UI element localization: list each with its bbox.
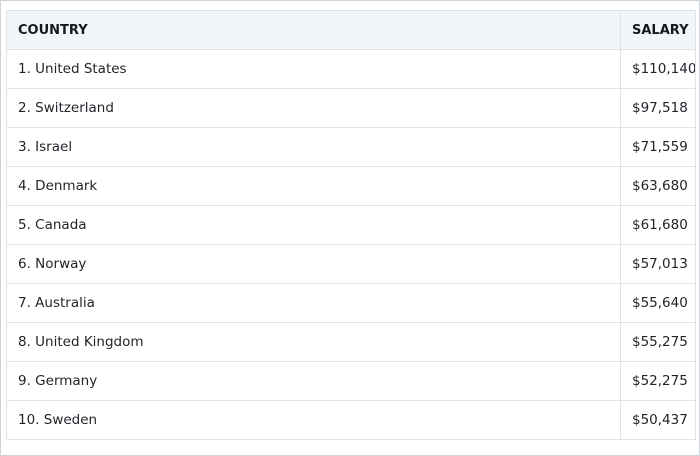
salary-cell: $110,140 [620, 49, 696, 89]
table-row: 1. United States $110,140 [6, 49, 696, 89]
table-row: 8. United Kingdom $55,275 [6, 322, 696, 362]
salary-cell: $97,518 [620, 88, 696, 128]
salary-cell: $71,559 [620, 127, 696, 167]
table-row: 2. Switzerland $97,518 [6, 88, 696, 128]
country-cell: 10. Sweden [6, 400, 621, 440]
table-row: 5. Canada $61,680 [6, 205, 696, 245]
country-cell: 1. United States [6, 49, 621, 89]
country-cell: 8. United Kingdom [6, 322, 621, 362]
table-row: 10. Sweden $50,437 [6, 400, 696, 440]
salary-table: COUNTRY SALARY 1. United States $110,140… [6, 10, 696, 440]
table-frame: COUNTRY SALARY 1. United States $110,140… [0, 0, 700, 456]
column-header-country: COUNTRY [6, 10, 621, 50]
column-header-salary: SALARY [620, 10, 696, 50]
table-row: 4. Denmark $63,680 [6, 166, 696, 206]
salary-cell: $52,275 [620, 361, 696, 401]
country-cell: 6. Norway [6, 244, 621, 284]
country-cell: 4. Denmark [6, 166, 621, 206]
salary-cell: $50,437 [620, 400, 696, 440]
table-row: 9. Germany $52,275 [6, 361, 696, 401]
table-row: 6. Norway $57,013 [6, 244, 696, 284]
country-cell: 5. Canada [6, 205, 621, 245]
table-header-row: COUNTRY SALARY [6, 10, 696, 50]
country-cell: 2. Switzerland [6, 88, 621, 128]
salary-cell: $57,013 [620, 244, 696, 284]
table-row: 3. Israel $71,559 [6, 127, 696, 167]
country-cell: 9. Germany [6, 361, 621, 401]
salary-cell: $55,640 [620, 283, 696, 323]
salary-cell: $55,275 [620, 322, 696, 362]
country-cell: 7. Australia [6, 283, 621, 323]
country-cell: 3. Israel [6, 127, 621, 167]
table-row: 7. Australia $55,640 [6, 283, 696, 323]
salary-cell: $63,680 [620, 166, 696, 206]
salary-cell: $61,680 [620, 205, 696, 245]
